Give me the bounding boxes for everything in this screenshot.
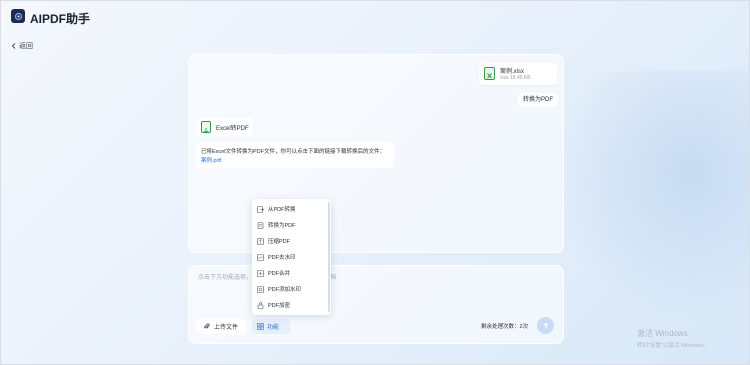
menu-item-label: 压缩PDF xyxy=(268,239,291,245)
app-logo-icon xyxy=(11,9,25,23)
menu-item-convert-to-pdf[interactable]: 转换为PDF xyxy=(257,219,325,231)
title-bar: AIPDF助手 xyxy=(1,1,749,33)
bot-message: 已将Excel文件转换为PDF文件，你可以点击下面的链接下载转换后的文件： 案例… xyxy=(196,142,394,168)
user-message: 转换为PDF xyxy=(518,93,559,107)
menu-item-remove-watermark[interactable]: PDF去水印 xyxy=(257,251,325,263)
convert-to-pdf-icon xyxy=(257,221,264,229)
background-decoration xyxy=(549,71,749,321)
chevron-left-icon xyxy=(11,43,16,49)
tool-label: Excel转PDF xyxy=(216,126,249,132)
upload-label: 上传文件 xyxy=(214,325,239,331)
convert-from-pdf-icon xyxy=(257,205,264,213)
grid-icon xyxy=(257,323,264,330)
bot-message-text: 已将Excel文件转换为PDF文件，你可以点击下面的链接下载转换后的文件： xyxy=(201,149,385,155)
menu-item-encrypt-pdf[interactable]: PDF加密 xyxy=(257,299,325,311)
download-link[interactable]: 案例.pdf xyxy=(201,156,221,164)
remaining-label: 剩余处理次数： xyxy=(481,324,520,330)
menu-item-label: PDF合并 xyxy=(268,271,291,277)
remove-watermark-icon xyxy=(257,253,264,261)
uploaded-file-card[interactable]: 案例.xlsx xlsx 18.45 KB xyxy=(479,63,557,85)
compress-pdf-icon xyxy=(257,237,264,245)
menu-item-label: PDF添加水印 xyxy=(268,287,302,293)
app-title: AIPDF助手 xyxy=(30,12,91,26)
send-button[interactable] xyxy=(537,317,554,334)
excel-file-icon xyxy=(484,67,495,80)
file-name: 案例.xlsx xyxy=(500,69,525,75)
app-window: AIPDF助手 返回 案例.xlsx xlsx 18.45 KB 转换为PDF … xyxy=(0,0,750,365)
tool-chip: Excel转PDF xyxy=(196,118,253,136)
function-menu: 从PDF转换 转换为PDF 压缩PDF PDF去水印 PDF合并 PDF添加水印… xyxy=(252,199,331,315)
menu-scrollbar[interactable] xyxy=(328,202,330,312)
merge-pdf-icon xyxy=(257,269,264,277)
menu-item-add-watermark[interactable]: PDF添加水印 xyxy=(257,283,325,295)
remaining-value: 2次 xyxy=(519,324,529,330)
upload-file-button[interactable]: 上传文件 xyxy=(196,319,246,334)
watermark-line2: 转到"设置"以激活 Windows。 xyxy=(637,343,709,349)
add-watermark-icon xyxy=(257,285,264,293)
menu-item-label: PDF去水印 xyxy=(268,255,296,261)
excel-to-pdf-icon xyxy=(201,121,211,134)
back-button[interactable]: 返回 xyxy=(11,41,33,51)
file-size: xlsx 18.45 KB xyxy=(500,75,531,81)
encrypt-pdf-icon xyxy=(257,301,264,309)
function-label: 功能 xyxy=(267,325,280,331)
arrow-up-icon xyxy=(542,322,549,329)
windows-activation-watermark: 激活 Windows 转到"设置"以激活 Windows。 xyxy=(637,328,709,349)
function-button[interactable]: 功能 xyxy=(252,319,290,334)
paperclip-icon xyxy=(204,323,210,329)
menu-item-convert-from-pdf[interactable]: 从PDF转换 xyxy=(257,203,325,215)
menu-item-merge-pdf[interactable]: PDF合并 xyxy=(257,267,325,279)
watermark-line1: 激活 Windows xyxy=(637,329,688,338)
menu-item-compress-pdf[interactable]: 压缩PDF xyxy=(257,235,325,247)
menu-item-label: 转换为PDF xyxy=(268,223,296,229)
back-label: 返回 xyxy=(19,43,33,50)
menu-item-label: PDF加密 xyxy=(268,303,291,309)
menu-item-label: 从PDF转换 xyxy=(268,207,296,213)
remaining-count: 剩余处理次数：2次 xyxy=(481,322,528,330)
